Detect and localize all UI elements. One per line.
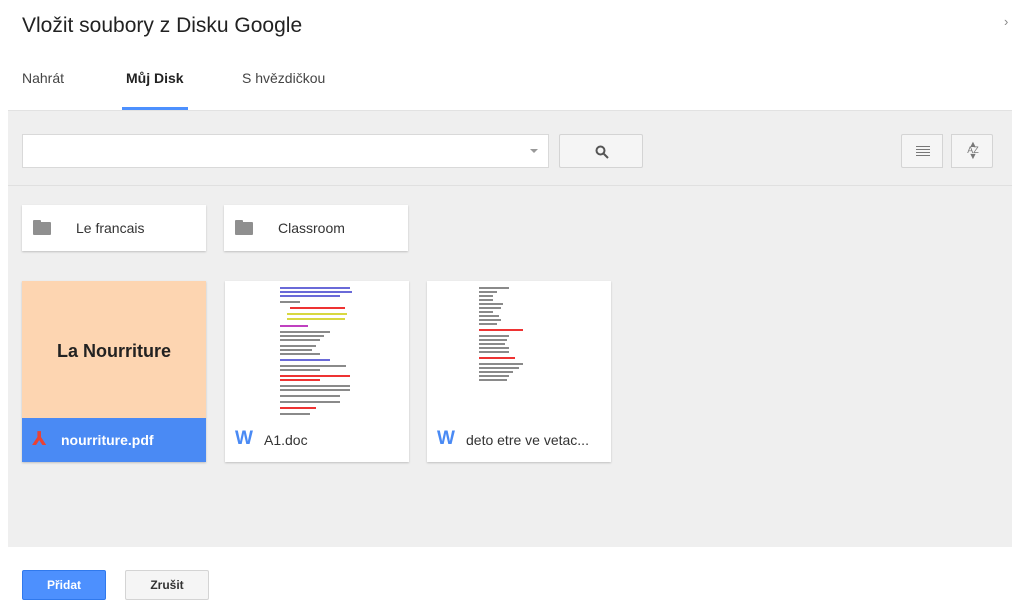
- thumbnail-text-line: [479, 347, 509, 349]
- thumbnail-text-line: [280, 379, 320, 381]
- folder-icon: [235, 220, 253, 235]
- thumbnail-text-line: [479, 339, 507, 341]
- thumbnail-text-line: [479, 319, 501, 321]
- thumbnail-text-line: [280, 375, 350, 377]
- thumbnail-text-line: [479, 363, 523, 365]
- dialog-footer: Přidat Zrušit: [0, 547, 1012, 601]
- thumbnail-text-line: [479, 343, 505, 345]
- thumbnail-text-line: [479, 329, 523, 331]
- thumbnail-text-line: [280, 291, 352, 293]
- file-thumbnail: La Nourriture: [22, 281, 206, 418]
- thumbnail-text-line: [280, 359, 330, 361]
- search-icon: [595, 145, 609, 159]
- thumbnail-text-line: [287, 318, 345, 320]
- thumbnail-text-line: [479, 335, 509, 337]
- folder-item[interactable]: Le francais: [22, 205, 206, 251]
- folder-name: Classroom: [278, 220, 345, 236]
- thumbnail-text-line: [280, 369, 320, 371]
- chevron-down-icon[interactable]: [530, 149, 538, 153]
- tab-starred[interactable]: S hvězdičkou: [242, 70, 325, 110]
- thumbnail-text-line: [280, 339, 320, 341]
- thumbnail-text-line: [479, 299, 493, 301]
- thumbnail-text-line: [280, 295, 340, 297]
- search-button[interactable]: [559, 134, 643, 168]
- thumbnail-text-line: [280, 353, 320, 355]
- add-button[interactable]: Přidat: [22, 570, 106, 600]
- search-input[interactable]: [22, 134, 549, 168]
- thumbnail-text-line: [479, 357, 515, 359]
- thumbnail-text-line: [280, 287, 350, 289]
- sort-az-icon: ▲ AZ ▼: [967, 139, 979, 161]
- file-thumbnail: [427, 281, 611, 418]
- file-label-bar: ⅄ nourriture.pdf: [22, 418, 206, 462]
- thumbnail-text-line: [479, 371, 513, 373]
- thumbnail-text-line: [479, 367, 519, 369]
- thumbnail-text-line: [479, 323, 497, 325]
- file-browser-panel: ▲ AZ ▼ Le francais Classroom La Nourriture…: [8, 110, 1012, 547]
- file-item[interactable]: W deto etre ve vetac...: [427, 281, 611, 462]
- file-item[interactable]: W A1.doc: [225, 281, 409, 462]
- thumbnail-text-line: [280, 407, 316, 409]
- file-name: deto etre ve vetac...: [466, 432, 589, 448]
- cancel-button[interactable]: Zrušit: [125, 570, 209, 600]
- sort-button[interactable]: ▲ AZ ▼: [951, 134, 993, 168]
- pdf-icon: ⅄: [32, 429, 47, 450]
- thumbnail-text-line: [479, 307, 501, 309]
- file-label-bar: W deto etre ve vetac...: [427, 418, 611, 462]
- thumbnail-text-line: [479, 375, 509, 377]
- folder-item[interactable]: Classroom: [224, 205, 408, 251]
- thumbnail-title: La Nourriture: [56, 341, 171, 361]
- thumbnail-text-line: [479, 379, 507, 381]
- thumbnail-text-line: [290, 307, 345, 309]
- thumbnail-text-line: [479, 291, 497, 293]
- thumbnail-text-line: [280, 385, 350, 387]
- tab-bar: Nahrát Můj Disk S hvězdičkou: [0, 70, 1012, 110]
- file-name: nourriture.pdf: [61, 432, 154, 448]
- thumbnail-text-line: [280, 345, 316, 347]
- thumbnail-text-line: [280, 325, 308, 327]
- thumbnail-text-line: [479, 311, 493, 313]
- word-icon: W: [235, 428, 253, 449]
- dialog-title: Vložit soubory z Disku Google: [22, 14, 303, 37]
- toolbar: ▲ AZ ▼: [8, 111, 1012, 186]
- thumbnail-text-line: [280, 349, 312, 351]
- file-label-bar: W A1.doc: [225, 418, 409, 462]
- thumbnail-text-line: [280, 301, 300, 303]
- thumbnail-text-line: [479, 295, 493, 297]
- folder-name: Le francais: [76, 220, 145, 236]
- file-thumbnail: [225, 281, 409, 418]
- thumbnail-text-line: [280, 395, 340, 397]
- thumbnail-text-line: [280, 335, 324, 337]
- list-view-button[interactable]: [901, 134, 943, 168]
- thumbnail-text-line: [280, 389, 350, 391]
- word-icon: W: [437, 428, 455, 449]
- thumbnail-text-line: [479, 315, 499, 317]
- thumbnail-text-line: [479, 287, 509, 289]
- thumbnail-text-line: [479, 303, 503, 305]
- close-button[interactable]: ›: [1004, 14, 1008, 29]
- list-view-icon: [916, 146, 930, 157]
- thumbnail-text-line: [280, 365, 346, 367]
- tab-my-drive[interactable]: Můj Disk: [122, 70, 188, 110]
- file-item[interactable]: La Nourriture ⅄ nourriture.pdf: [22, 281, 206, 462]
- thumbnail-text-line: [287, 313, 347, 315]
- thumbnail-text-line: [280, 401, 340, 403]
- thumbnail-text-line: [280, 331, 330, 333]
- folder-icon: [33, 220, 51, 235]
- tab-upload[interactable]: Nahrát: [22, 70, 64, 110]
- thumbnail-text-line: [479, 351, 509, 353]
- thumbnail-text-line: [280, 413, 310, 415]
- file-name: A1.doc: [264, 432, 308, 448]
